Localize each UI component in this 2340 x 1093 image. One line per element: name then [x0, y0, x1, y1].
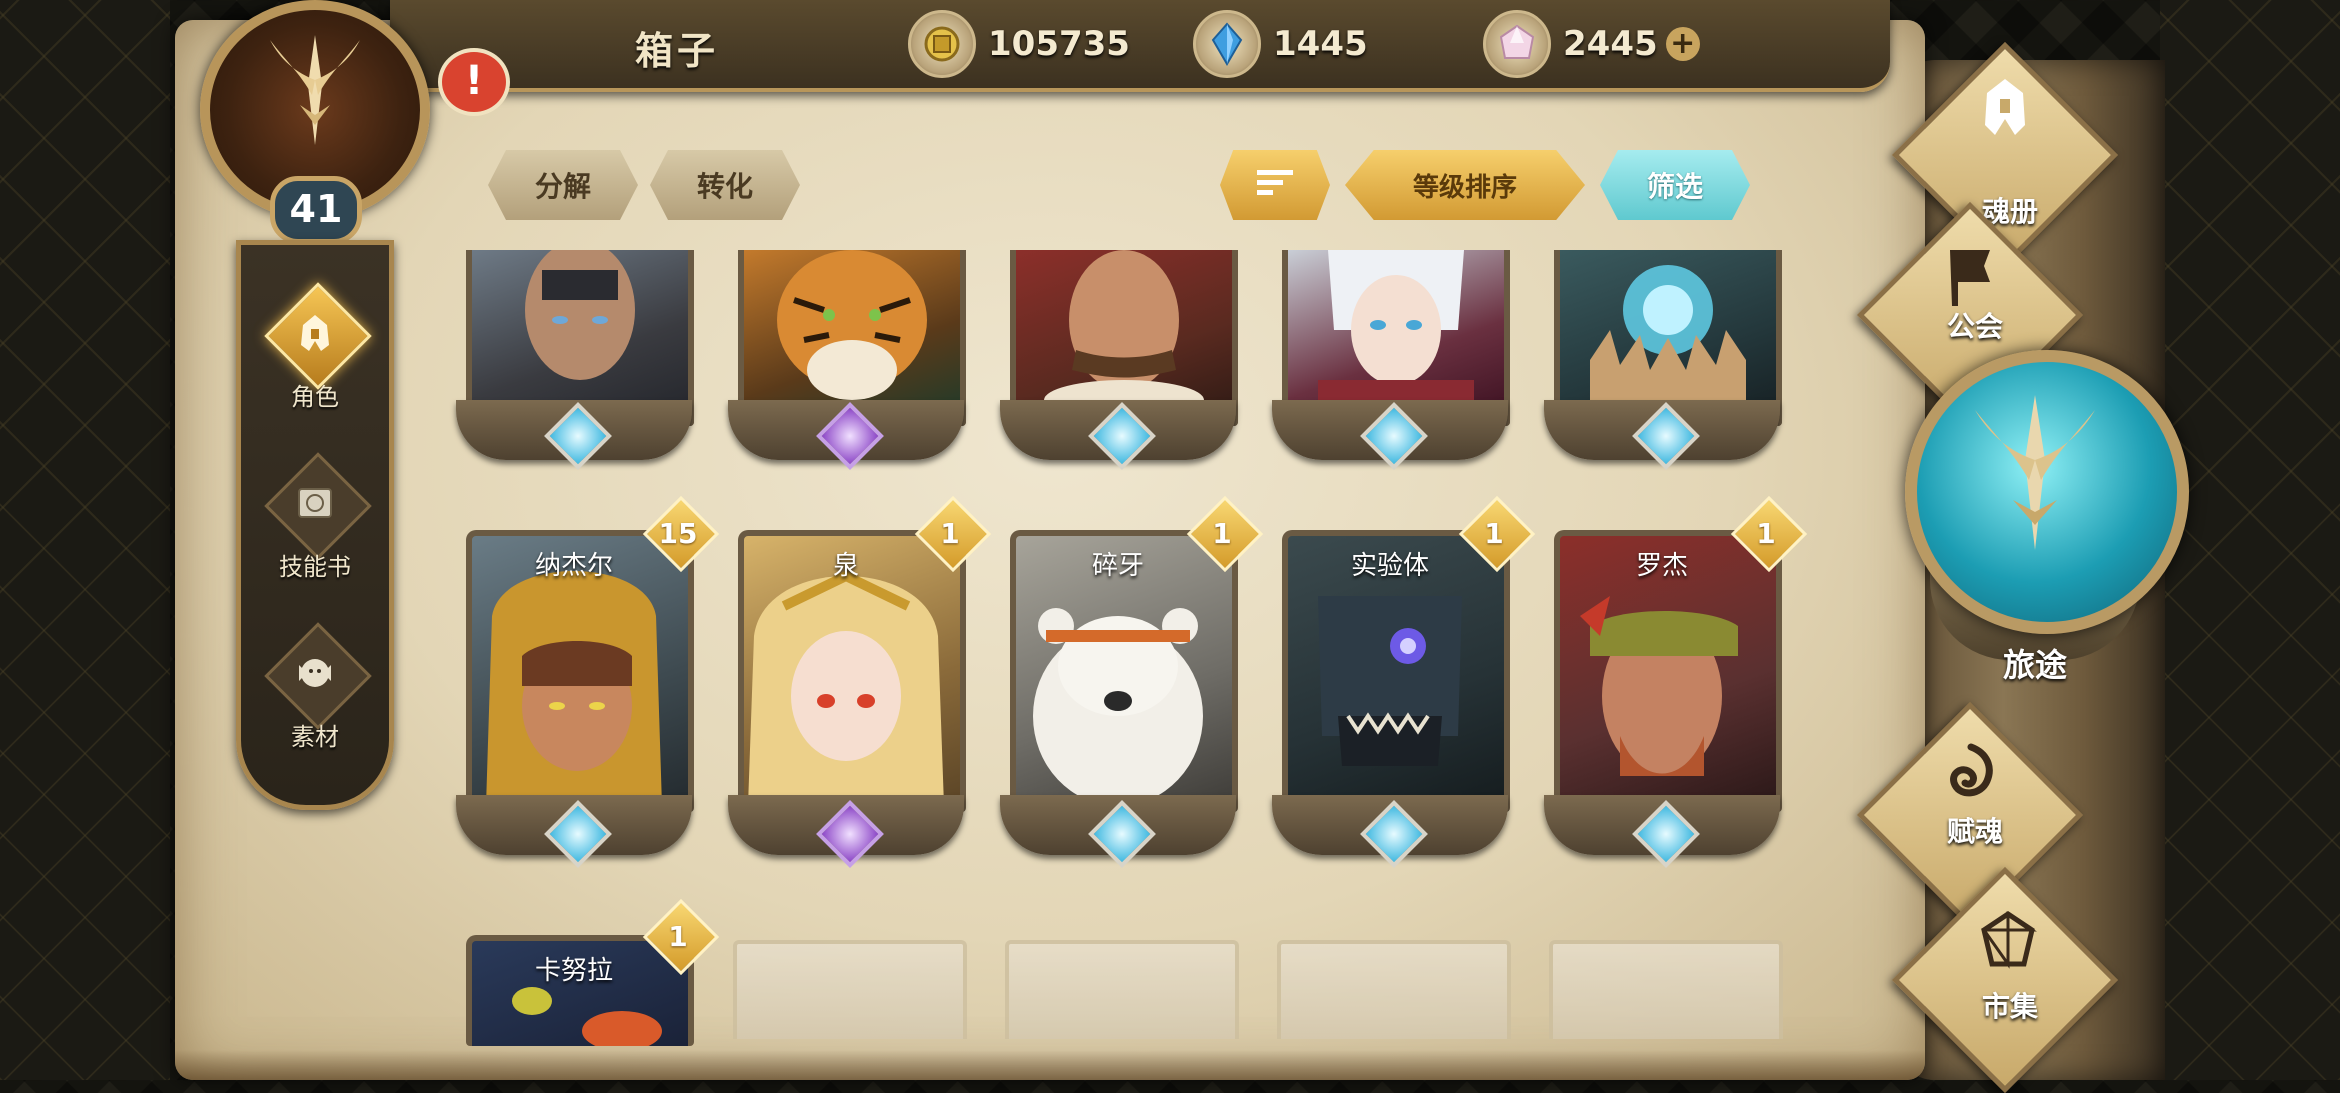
- hero-name: 罗杰: [1635, 551, 1688, 581]
- material-icon: [293, 651, 337, 699]
- hero-card-roger[interactable]: 罗杰 1: [1544, 495, 1808, 868]
- sort-icon: [1255, 167, 1295, 204]
- hero-card[interactable]: [456, 250, 694, 470]
- hero-card-experiment[interactable]: 实验体 1: [1272, 495, 1536, 868]
- hero-name: 纳杰尔: [534, 551, 613, 581]
- hero-name: 实验体: [1350, 551, 1429, 581]
- menu-label-material: 素材: [291, 723, 339, 751]
- menu-item-character[interactable]: 角色: [241, 275, 389, 425]
- gold-resource[interactable]: 105735: [908, 10, 1130, 78]
- hero-card[interactable]: [1544, 250, 1782, 470]
- hero-count: 1: [668, 920, 688, 953]
- skill-book-icon: [293, 481, 337, 529]
- crystal-value: 1445: [1273, 24, 1368, 64]
- decompose-button[interactable]: 分解: [488, 150, 638, 220]
- journey-button[interactable]: 旅途: [1900, 350, 2189, 690]
- alert-badge[interactable]: !: [438, 48, 510, 116]
- hero-card[interactable]: [1000, 250, 1238, 470]
- journey-label: 旅途: [2002, 646, 2067, 684]
- trident-crest-icon: [1965, 390, 2105, 564]
- menu-item-skill-book[interactable]: 技能书: [241, 445, 389, 595]
- crystal-resource[interactable]: 1445: [1193, 10, 1368, 78]
- sort-order-button[interactable]: [1220, 150, 1330, 220]
- left-border: [0, 0, 170, 1080]
- swirl-icon: [1943, 743, 1999, 809]
- market-button[interactable]: 市集: [1890, 866, 2119, 1093]
- category-menu: 角色 技能书 素材: [236, 240, 394, 810]
- hero-name: 碎牙: [1091, 551, 1144, 581]
- helmet-icon: [293, 311, 337, 359]
- menu-label-character: 角色: [291, 383, 339, 411]
- blue-crystal-icon: [1193, 10, 1261, 78]
- market-label: 市集: [1981, 990, 2038, 1023]
- locked-card: [1277, 940, 1511, 1039]
- hero-card[interactable]: [1272, 250, 1510, 470]
- endow-soul-label: 赋魂: [1946, 815, 2003, 848]
- convert-button[interactable]: 转化: [650, 150, 800, 220]
- page-title: 箱子: [635, 29, 720, 73]
- hero-card-najier[interactable]: 纳杰尔 15: [456, 495, 720, 868]
- hero-name: 卡努拉: [534, 956, 613, 986]
- soul-gem-resource[interactable]: 2445 +: [1483, 10, 1700, 78]
- add-soul-gem-button[interactable]: +: [1665, 27, 1700, 61]
- guild-banner-icon: [1940, 240, 2000, 314]
- filter-button[interactable]: 筛选: [1600, 150, 1750, 220]
- hero-card-kanula[interactable]: 卡努拉 1: [456, 898, 720, 1046]
- helmet-icon: [1975, 75, 2035, 149]
- locked-card: [1549, 940, 1783, 1039]
- hero-card[interactable]: [728, 250, 966, 470]
- guild-label: 公会: [1946, 310, 2003, 343]
- gold-coin-icon: [908, 10, 976, 78]
- soul-gem-icon: [1483, 10, 1551, 78]
- locked-card: [733, 940, 967, 1039]
- hero-card-suiya[interactable]: 碎牙 1: [1000, 495, 1264, 868]
- menu-item-material[interactable]: 素材: [241, 615, 389, 765]
- locked-card: [1005, 940, 1239, 1039]
- menu-label-skill-book: 技能书: [279, 553, 351, 581]
- right-border: [2160, 0, 2340, 1080]
- gem-icon: [1978, 910, 2038, 974]
- hero-name: 泉: [832, 551, 859, 581]
- level-sort-button[interactable]: 等级排序: [1345, 150, 1585, 220]
- gold-value: 105735: [988, 24, 1130, 64]
- player-level-badge: 41: [270, 176, 362, 244]
- top-bar: 箱子 105735 1445 2445 +: [390, 0, 1890, 92]
- soul-gem-value: 2445: [1563, 24, 1658, 64]
- hero-card-quan[interactable]: 泉 1: [728, 495, 992, 868]
- trident-crest-icon: [260, 25, 370, 159]
